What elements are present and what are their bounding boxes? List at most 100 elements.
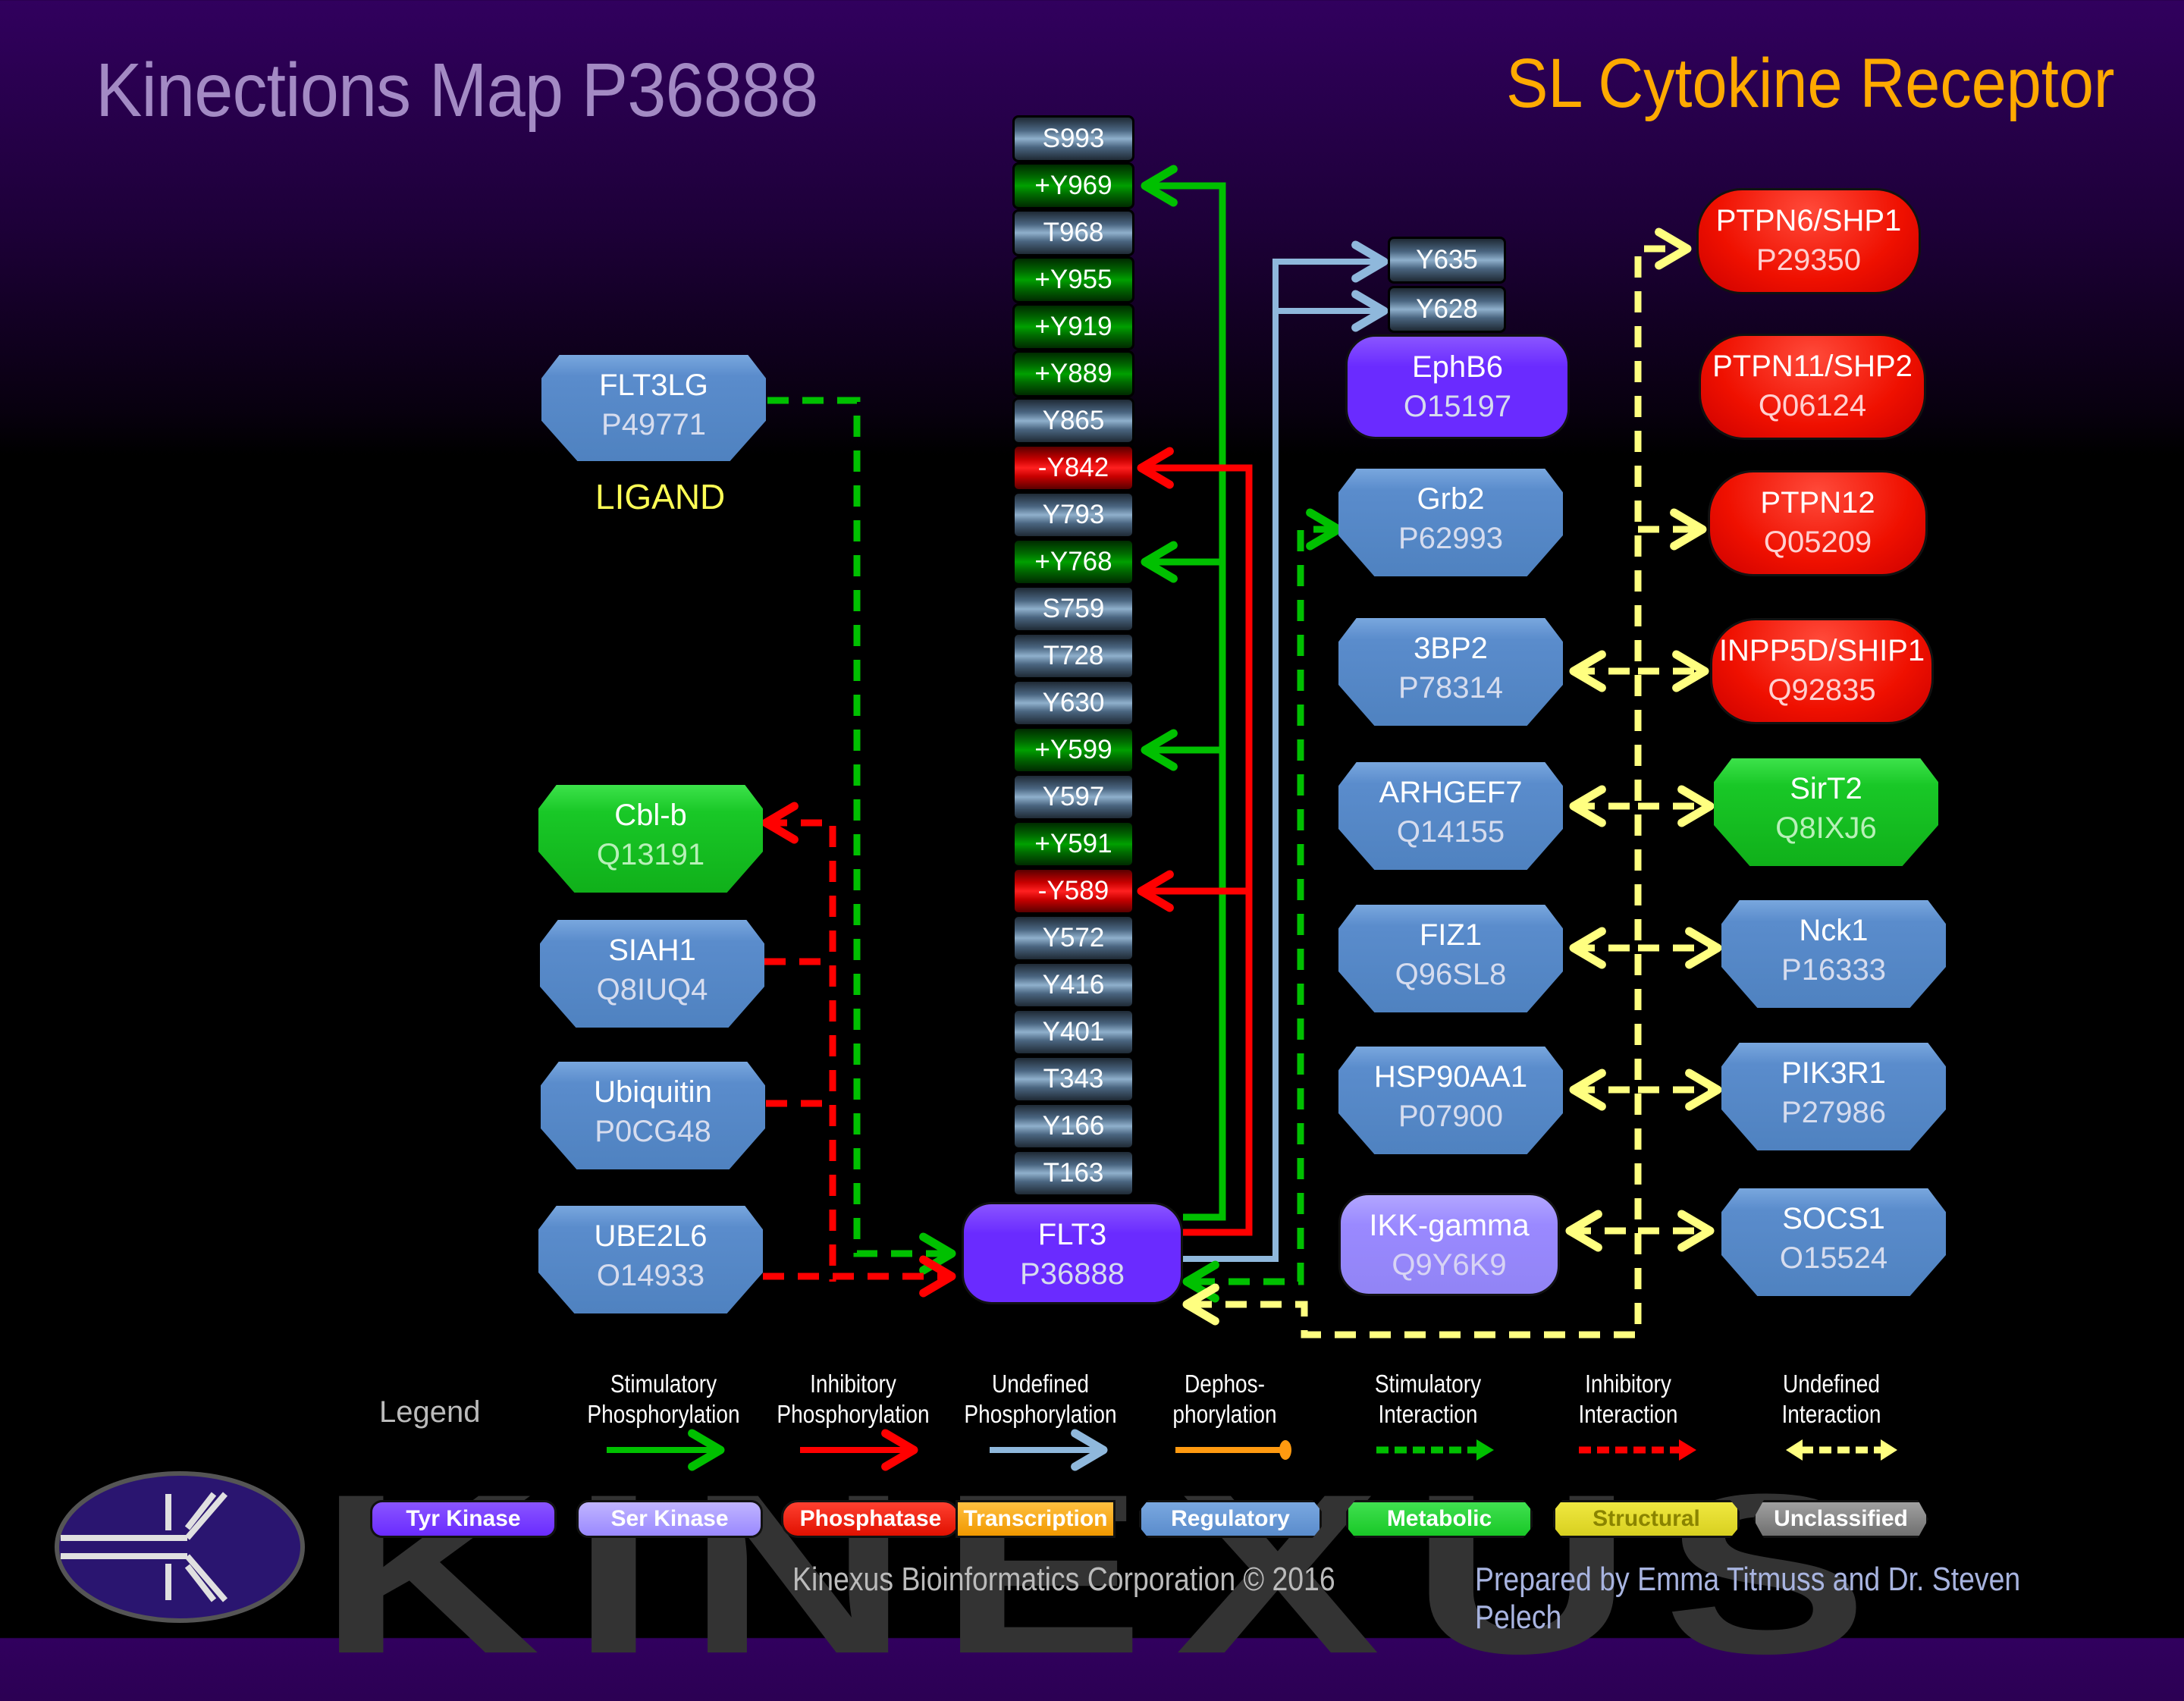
phosphosite[interactable]: -Y842 <box>1012 444 1134 491</box>
protein-accession: O15524 <box>1779 1241 1888 1275</box>
interactor-ptpn11-shp2[interactable]: PTPN11/SHP2 Q06124 <box>1699 334 1926 440</box>
legend-line2: Phosphorylation <box>777 1400 930 1428</box>
protein-name: 3BP2 <box>1414 632 1488 665</box>
legend-arrowhead-icon <box>1476 1439 1494 1461</box>
protein-accession: Q8IUQ4 <box>596 973 708 1006</box>
interactor-ptpn6-shp1[interactable]: PTPN6/SHP1 P29350 <box>1696 188 1921 294</box>
phosphosite[interactable]: Y416 <box>1012 962 1134 1009</box>
protein-accession: O15197 <box>1403 390 1512 423</box>
protein-accession: P07900 <box>1398 1100 1503 1133</box>
protein-name: IKK-gamma <box>1369 1209 1530 1242</box>
protein-accession: P49771 <box>601 408 706 441</box>
central-protein-flt3[interactable]: FLT3 P36888 <box>962 1202 1183 1304</box>
protein-accession: P62993 <box>1398 522 1503 555</box>
protein-name: HSP90AA1 <box>1373 1060 1528 1094</box>
phosphosite[interactable]: +Y768 <box>1012 538 1134 585</box>
phosphosite[interactable]: Y597 <box>1012 774 1134 821</box>
protein-accession: Q9Y6K9 <box>1392 1248 1507 1282</box>
phosphosite[interactable]: T968 <box>1012 209 1134 256</box>
legend-title: Legend <box>379 1395 481 1429</box>
substrate-site-y635[interactable]: Y635 <box>1388 237 1506 284</box>
upstream-siah1[interactable]: SIAH1 Q8IUQ4 <box>540 920 764 1028</box>
phosphosite[interactable]: Y572 <box>1012 915 1134 962</box>
phosphosite[interactable]: +Y955 <box>1012 256 1134 303</box>
protein-name: Grb2 <box>1417 482 1485 516</box>
legend-line1: Dephos- <box>1184 1370 1266 1398</box>
category-transcription: Transcription <box>956 1500 1116 1538</box>
phosphosite[interactable]: -Y589 <box>1012 868 1134 915</box>
interactor-fiz1[interactable]: FIZ1 Q96SL8 <box>1338 905 1563 1012</box>
protein-accession: P78314 <box>1398 671 1503 705</box>
legend-arrowhead-icon <box>1786 1439 1803 1461</box>
legend-undef-int: Undefined Interaction <box>1748 1369 1916 1430</box>
protein-accession: O14933 <box>596 1259 705 1292</box>
upstream-cbl-b[interactable]: Cbl-b Q13191 <box>538 785 763 893</box>
protein-name: SOCS1 <box>1782 1202 1885 1235</box>
phosphosite[interactable]: +Y889 <box>1012 350 1134 397</box>
legend-ball-icon <box>1279 1440 1291 1460</box>
protein-name: INPP5D/SHIP1 <box>1718 634 1925 667</box>
stim-int-line <box>1187 526 1335 1285</box>
upstream-ube2l6[interactable]: UBE2L6 O14933 <box>538 1206 763 1313</box>
category-structural: Structural <box>1553 1500 1740 1538</box>
protein-name: PIK3R1 <box>1781 1056 1886 1090</box>
legend-line2: Interaction <box>1378 1400 1478 1428</box>
protein-name: EphB6 <box>1411 350 1504 384</box>
legend-line1: Undefined <box>1783 1370 1880 1398</box>
category-ser-kinase: Ser Kinase <box>576 1500 763 1538</box>
interactor-nck1[interactable]: Nck1 P16333 <box>1721 900 1946 1008</box>
phosphosite[interactable]: T343 <box>1012 1056 1134 1103</box>
substrate-ephb6[interactable]: EphB6 O15197 <box>1345 334 1570 439</box>
legend-inhib-phos: Inhibitory Phosphorylation <box>770 1369 937 1430</box>
interactor-ptpn12[interactable]: PTPN12 Q05209 <box>1708 470 1928 576</box>
interactor-ikk-gamma[interactable]: IKK-gamma Q9Y6K9 <box>1338 1193 1560 1296</box>
interactor-grb2[interactable]: Grb2 P62993 <box>1338 469 1563 576</box>
category-unclassified: Unclassified <box>1753 1500 1928 1538</box>
phosphosite[interactable]: +Y919 <box>1012 303 1134 350</box>
phosphosite[interactable]: Y793 <box>1012 491 1134 538</box>
legend-line1: Inhibitory <box>1585 1370 1671 1398</box>
ligand-line <box>767 397 948 1257</box>
phosphosite[interactable]: Y166 <box>1012 1103 1134 1150</box>
phosphosite[interactable]: S993 <box>1012 115 1134 162</box>
interactor-sirt2[interactable]: SirT2 Q8IXJ6 <box>1714 758 1938 866</box>
protein-accession: Q14155 <box>1396 815 1505 849</box>
phosphosite[interactable]: Y865 <box>1012 397 1134 444</box>
protein-accession: P0CG48 <box>595 1115 711 1148</box>
kinexus-logo <box>55 1471 305 1623</box>
phosphosite[interactable]: S759 <box>1012 585 1134 632</box>
protein-name: SIAH1 <box>608 934 696 967</box>
protein-name: FIZ1 <box>1419 918 1483 952</box>
protein-name: ARHGEF7 <box>1379 776 1523 809</box>
category-tyr-kinase: Tyr Kinase <box>370 1500 557 1538</box>
phosphosite[interactable]: +Y599 <box>1012 727 1134 774</box>
protein-name: UBE2L6 <box>594 1219 708 1253</box>
phosphosite[interactable]: Y630 <box>1012 679 1134 727</box>
phosphosite[interactable]: +Y969 <box>1012 162 1134 209</box>
protein-accession: P27986 <box>1781 1096 1886 1129</box>
protein-accession: P16333 <box>1781 953 1886 987</box>
substrate-site-y628[interactable]: Y628 <box>1388 286 1506 333</box>
protein-accession: Q8IXJ6 <box>1775 811 1877 845</box>
phosphosite[interactable]: Y401 <box>1012 1009 1134 1056</box>
legend-line1: Inhibitory <box>810 1370 896 1398</box>
legend-stim-int: Stimulatory Interaction <box>1345 1369 1512 1430</box>
protein-name: PTPN6/SHP1 <box>1715 204 1902 237</box>
legend-arrowhead-icon <box>1679 1439 1696 1461</box>
inhib-phos-line <box>1141 464 1253 1236</box>
phosphosite[interactable]: +Y591 <box>1012 821 1134 868</box>
phosphosite[interactable]: T163 <box>1012 1150 1134 1197</box>
legend-dephos: Dephos-phorylation <box>1141 1369 1309 1430</box>
interactor-arhgef7[interactable]: ARHGEF7 Q14155 <box>1338 762 1563 870</box>
protein-accession: Q05209 <box>1763 526 1872 559</box>
legend-inhib-int: Inhibitory Interaction <box>1545 1369 1712 1430</box>
interactor-inpp5d-ship1[interactable]: INPP5D/SHIP1 Q92835 <box>1710 618 1934 724</box>
upstream-ubiquitin[interactable]: Ubiquitin P0CG48 <box>541 1062 765 1169</box>
interactor-hsp90aa1[interactable]: HSP90AA1 P07900 <box>1338 1047 1563 1154</box>
interactor-socs1[interactable]: SOCS1 O15524 <box>1721 1188 1946 1296</box>
legend-line2: phorylation <box>1172 1400 1277 1428</box>
phosphosite[interactable]: T728 <box>1012 632 1134 679</box>
interactor-pik3r1[interactable]: PIK3R1 P27986 <box>1721 1043 1946 1150</box>
interactor-3bp2[interactable]: 3BP2 P78314 <box>1338 618 1563 726</box>
ligand-flt3lg[interactable]: FLT3LG P49771 <box>541 355 766 461</box>
